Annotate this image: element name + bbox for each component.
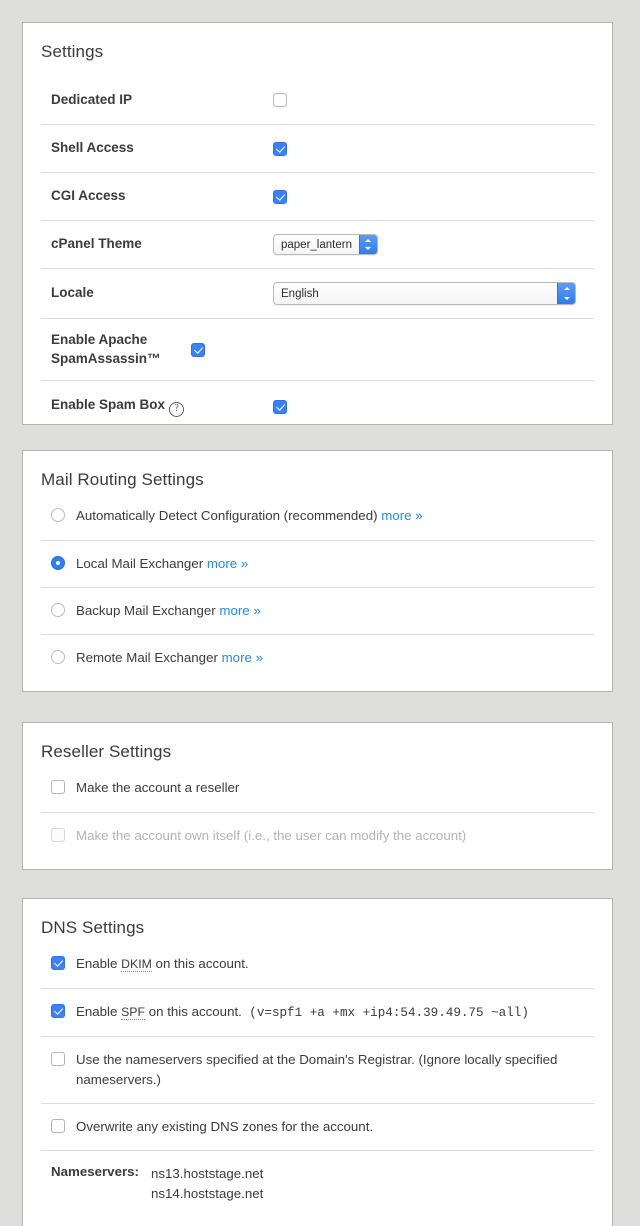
label-locale: Locale (51, 285, 94, 301)
chevron-updown-icon (358, 235, 377, 254)
mail-routing-panel: Mail Routing Settings Automatically Dete… (22, 450, 613, 692)
dns-panel-title: DNS Settings (41, 918, 145, 937)
nameserver-item: ns13.hoststage.net (150, 1165, 264, 1181)
spf-record-value: (v=spf1 +a +mx +ip4:54.39.49.75 ~all) (249, 1005, 529, 1020)
row-cpanel-theme: cPanel Theme paper_lantern (41, 220, 594, 268)
settings-panel-title: Settings (41, 42, 104, 61)
backup-mail-exchanger-radio[interactable] (51, 602, 65, 617)
option-enable-spf[interactable]: Enable SPF on this account. (v=spf1 +a +… (41, 987, 594, 1036)
label-shell-access: Shell Access (51, 140, 134, 156)
auto-detect-configuration-label: Automatically Detect Configuration (reco… (76, 508, 378, 523)
reseller-panel: Reseller Settings Make the account a res… (22, 722, 613, 870)
dedicated-ip-checkbox[interactable] (273, 93, 287, 107)
auto-detect-configuration-more-link[interactable]: more » (381, 508, 422, 523)
dns-panel: DNS Settings Enable DKIM on this account… (22, 898, 613, 1226)
row-locale: Locale English (41, 268, 594, 318)
label-enable-spam-box: Enable Spam Box? (41, 396, 273, 417)
label-dedicated-ip: Dedicated IP (51, 91, 133, 107)
dkim-abbr[interactable]: DKIM (121, 957, 152, 972)
row-cgi-access: CGI Access (41, 172, 594, 220)
option-auto-detect-configuration[interactable]: Automatically Detect Configuration (reco… (41, 504, 594, 540)
backup-mail-exchanger-more-link[interactable]: more » (219, 603, 260, 618)
make-account-reseller-label: Make the account a reseller (76, 780, 240, 795)
nameserver-item: ns14.hoststage.net (150, 1186, 264, 1202)
enable-dkim-prefix: Enable (76, 956, 122, 971)
local-mail-exchanger-radio[interactable] (51, 555, 65, 570)
enable-dkim-checkbox[interactable] (51, 956, 65, 970)
help-circle-icon[interactable]: ? (169, 402, 185, 417)
label-cpanel-theme: cPanel Theme (51, 236, 142, 252)
spf-abbr[interactable]: SPF (121, 1004, 146, 1020)
registrar-nameservers-label: Use the nameservers specified at the Dom… (76, 1051, 558, 1087)
label-enable-apache-spamassassin: Enable Apache SpamAssassin™ (51, 332, 161, 366)
label-cgi-access: CGI Access (51, 188, 126, 204)
row-dedicated-ip: Dedicated IP (41, 76, 594, 124)
option-make-account-own-itself: Make the account own itself (i.e., the u… (41, 811, 594, 859)
cpanel-theme-select-value: paper_lantern (281, 238, 352, 251)
option-backup-mail-exchanger[interactable]: Backup Mail Exchanger more » (41, 586, 594, 634)
nameservers-label: Nameservers: (51, 1163, 139, 1179)
local-mail-exchanger-label: Local Mail Exchanger (76, 555, 204, 571)
cgi-access-checkbox[interactable] (273, 189, 287, 204)
chevron-updown-icon (557, 283, 575, 304)
locale-select-value: English (281, 287, 319, 300)
remote-mail-exchanger-label: Remote Mail Exchanger (76, 649, 218, 665)
backup-mail-exchanger-label: Backup Mail Exchanger (76, 602, 216, 618)
row-enable-apache-spamassassin: Enable Apache SpamAssassin™ (41, 318, 594, 380)
nameservers-list: ns13.hoststage.net ns14.hoststage.net (151, 1164, 263, 1205)
option-remote-mail-exchanger[interactable]: Remote Mail Exchanger more » (41, 633, 594, 681)
overwrite-dns-zones-label: Overwrite any existing DNS zones for the… (76, 1118, 374, 1134)
enable-apache-spamassassin-checkbox[interactable] (191, 342, 205, 357)
reseller-panel-title: Reseller Settings (41, 742, 172, 761)
auto-detect-configuration-radio[interactable] (51, 508, 65, 522)
option-make-account-reseller[interactable]: Make the account a reseller (41, 776, 594, 812)
shell-access-checkbox[interactable] (273, 141, 287, 156)
enable-spf-suffix: on this account. (145, 1003, 242, 1019)
mail-routing-panel-title: Mail Routing Settings (41, 470, 204, 489)
local-mail-exchanger-more-link[interactable]: more » (207, 556, 248, 571)
option-local-mail-exchanger[interactable]: Local Mail Exchanger more » (41, 539, 594, 587)
overwrite-dns-zones-checkbox[interactable] (51, 1118, 65, 1133)
row-shell-access: Shell Access (41, 124, 594, 172)
locale-select[interactable]: English (273, 282, 576, 305)
make-account-reseller-checkbox[interactable] (51, 780, 65, 794)
make-account-own-itself-checkbox (51, 827, 65, 842)
label-enable-spam-box-text: Enable Spam Box (51, 397, 166, 412)
enable-spf-checkbox[interactable] (51, 1003, 65, 1018)
option-enable-dkim[interactable]: Enable DKIM on this account. (41, 952, 594, 988)
enable-dkim-suffix: on this account. (151, 956, 249, 971)
cpanel-theme-select[interactable]: paper_lantern (273, 234, 378, 255)
option-registrar-nameservers[interactable]: Use the nameservers specified at the Dom… (41, 1035, 594, 1103)
make-account-own-itself-label: Make the account own itself (i.e., the u… (76, 827, 467, 843)
enable-spam-box-checkbox[interactable] (273, 399, 287, 414)
enable-spf-prefix: Enable (76, 1003, 122, 1019)
registrar-nameservers-checkbox[interactable] (51, 1051, 65, 1066)
page-root: Settings Dedicated IP Shell Access CGI A… (0, 0, 640, 1226)
settings-panel: Settings Dedicated IP Shell Access CGI A… (22, 22, 613, 425)
row-enable-spam-box: Enable Spam Box? (41, 380, 594, 432)
option-overwrite-dns-zones[interactable]: Overwrite any existing DNS zones for the… (41, 1102, 594, 1150)
remote-mail-exchanger-radio[interactable] (51, 649, 65, 664)
remote-mail-exchanger-more-link[interactable]: more » (222, 650, 263, 665)
nameservers-row: Nameservers: ns13.hoststage.net ns14.hos… (41, 1149, 594, 1215)
